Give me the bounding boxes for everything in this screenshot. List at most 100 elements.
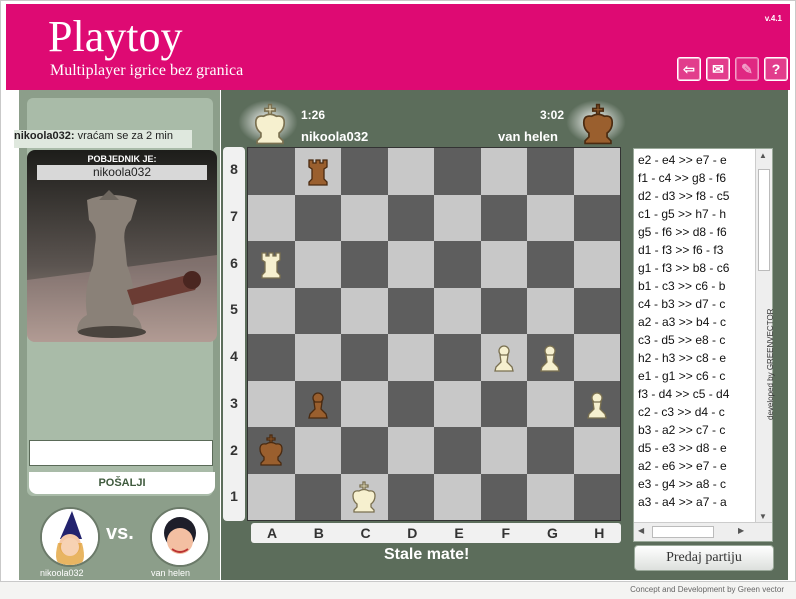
square-a4[interactable] (248, 334, 295, 381)
square-d3[interactable] (387, 380, 434, 427)
square-c6[interactable] (341, 241, 388, 288)
square-g7[interactable] (527, 194, 574, 241)
scroll-up-icon[interactable]: ▲ (759, 151, 767, 160)
square-b6[interactable] (294, 241, 341, 288)
square-h7[interactable] (573, 194, 620, 241)
move-entry[interactable]: c2 - c3 >> d4 - c (634, 403, 758, 421)
square-h3[interactable] (573, 380, 620, 427)
white-king-icon[interactable] (347, 480, 381, 514)
square-b4[interactable] (294, 334, 341, 381)
square-b3[interactable] (294, 380, 341, 427)
square-a1[interactable] (248, 473, 295, 520)
square-b2[interactable] (294, 427, 341, 474)
move-entry[interactable]: d5 - e3 >> d8 - e (634, 439, 758, 457)
square-h8[interactable] (573, 148, 620, 195)
square-g4[interactable] (527, 334, 574, 381)
square-e1[interactable] (434, 473, 481, 520)
square-h2[interactable] (573, 427, 620, 474)
square-a6[interactable] (248, 241, 295, 288)
square-c7[interactable] (341, 194, 388, 241)
white-pawn-icon[interactable] (580, 387, 614, 421)
move-entry[interactable]: e3 - g4 >> a8 - c (634, 475, 758, 493)
square-f4[interactable] (480, 334, 527, 381)
square-c5[interactable] (341, 287, 388, 334)
square-f5[interactable] (480, 287, 527, 334)
move-entry[interactable]: c3 - d5 >> e8 - c (634, 331, 758, 349)
square-e5[interactable] (434, 287, 481, 334)
move-list-hscrollbar[interactable]: ◀ ▶ (634, 522, 772, 541)
square-e2[interactable] (434, 427, 481, 474)
resign-button[interactable]: Predaj partiju (634, 545, 774, 571)
white-pawn-icon[interactable] (533, 340, 567, 374)
square-h1[interactable] (573, 473, 620, 520)
square-c8[interactable] (341, 148, 388, 195)
square-d6[interactable] (387, 241, 434, 288)
scroll-right-icon[interactable]: ▶ (738, 526, 744, 535)
square-c2[interactable] (341, 427, 388, 474)
square-d7[interactable] (387, 194, 434, 241)
square-d4[interactable] (387, 334, 434, 381)
square-d8[interactable] (387, 148, 434, 195)
square-f7[interactable] (480, 194, 527, 241)
square-a7[interactable] (248, 194, 295, 241)
scroll-left-icon[interactable]: ◀ (638, 526, 644, 535)
square-h5[interactable] (573, 287, 620, 334)
move-entry[interactable]: g1 - f3 >> b8 - c6 (634, 259, 758, 277)
square-e8[interactable] (434, 148, 481, 195)
square-b7[interactable] (294, 194, 341, 241)
hscroll-thumb[interactable] (652, 526, 714, 538)
move-entry[interactable]: f3 - d4 >> c5 - d4 (634, 385, 758, 403)
square-f8[interactable] (480, 148, 527, 195)
square-g5[interactable] (527, 287, 574, 334)
square-b5[interactable] (294, 287, 341, 334)
settings-button[interactable]: ✎ (735, 57, 759, 81)
help-button[interactable]: ? (764, 57, 788, 81)
square-e4[interactable] (434, 334, 481, 381)
square-h6[interactable] (573, 241, 620, 288)
square-d2[interactable] (387, 427, 434, 474)
move-entry[interactable]: a2 - a3 >> b4 - c (634, 313, 758, 331)
square-h4[interactable] (573, 334, 620, 381)
white-rook-icon[interactable] (254, 247, 288, 281)
move-entry[interactable]: e2 - e4 >> e7 - e (634, 151, 758, 169)
move-entry[interactable]: a2 - e6 >> e7 - e (634, 457, 758, 475)
square-e7[interactable] (434, 194, 481, 241)
move-entry[interactable]: f1 - c4 >> g8 - f6 (634, 169, 758, 187)
back-button[interactable]: ⇦ (677, 57, 701, 81)
square-c4[interactable] (341, 334, 388, 381)
move-entry[interactable]: d2 - d3 >> f8 - c5 (634, 187, 758, 205)
square-g6[interactable] (527, 241, 574, 288)
square-f1[interactable] (480, 473, 527, 520)
square-g1[interactable] (527, 473, 574, 520)
square-g2[interactable] (527, 427, 574, 474)
move-entry[interactable]: a3 - a4 >> a7 - a (634, 493, 758, 511)
square-f6[interactable] (480, 241, 527, 288)
black-rook-icon[interactable] (301, 154, 335, 188)
square-g8[interactable] (527, 148, 574, 195)
move-entry[interactable]: c4 - b3 >> d7 - c (634, 295, 758, 313)
scroll-down-icon[interactable]: ▼ (759, 512, 767, 521)
square-g3[interactable] (527, 380, 574, 427)
move-entry[interactable]: g5 - f6 >> d8 - f6 (634, 223, 758, 241)
square-e3[interactable] (434, 380, 481, 427)
move-entry[interactable]: d1 - f3 >> f6 - f3 (634, 241, 758, 259)
square-f3[interactable] (480, 380, 527, 427)
square-c3[interactable] (341, 380, 388, 427)
move-list[interactable]: e2 - e4 >> e7 - e f1 - c4 >> g8 - f6 d2 - … (633, 148, 773, 542)
white-pawn-icon[interactable] (487, 340, 521, 374)
square-b8[interactable] (294, 148, 341, 195)
chess-board[interactable] (247, 147, 621, 521)
move-entry[interactable]: h2 - h3 >> c8 - e (634, 349, 758, 367)
move-entry[interactable]: e1 - g1 >> c6 - c (634, 367, 758, 385)
black-pawn-icon[interactable] (301, 387, 335, 421)
move-entry[interactable]: b3 - a2 >> c7 - c (634, 421, 758, 439)
vscroll-thumb[interactable] (758, 169, 770, 271)
black-king-icon[interactable] (254, 433, 288, 467)
square-f2[interactable] (480, 427, 527, 474)
square-e6[interactable] (434, 241, 481, 288)
square-d5[interactable] (387, 287, 434, 334)
send-button[interactable]: POŠALJI (29, 472, 215, 494)
square-c1[interactable] (341, 473, 388, 520)
square-a5[interactable] (248, 287, 295, 334)
mail-button[interactable]: ✉ (706, 57, 730, 81)
